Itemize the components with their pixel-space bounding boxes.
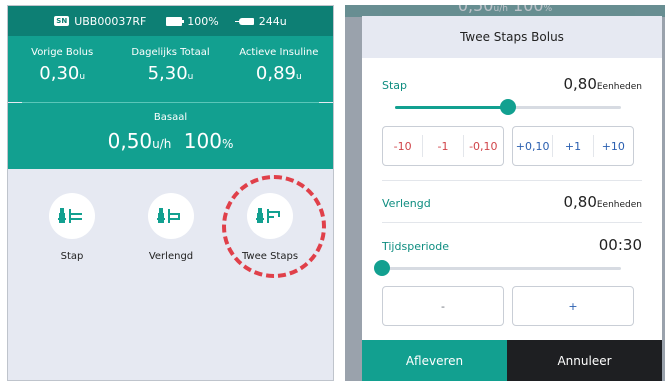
- stat-value: 0,89: [255, 63, 296, 84]
- increment-buttons: +0,10 +1 +10: [512, 126, 634, 166]
- status-bar: SN UBB00037RF 100% 244u: [8, 6, 333, 36]
- bg-basal-percent-unit: %: [543, 5, 553, 14]
- dialog-footer: Afleveren Annuleer: [362, 340, 662, 381]
- stat-value-wrap: 5,30u: [116, 63, 224, 84]
- stat-label: Vorige Bolus: [31, 47, 94, 58]
- stat-unit: u: [187, 72, 194, 82]
- pump-home-screen: SN UBB00037RF 100% 244u Vorige Bolus 0,3…: [7, 5, 334, 381]
- extended-label: Verlengd: [382, 197, 431, 210]
- reservoir-level: 244u: [258, 14, 287, 28]
- stat-value: 5,30: [147, 63, 188, 84]
- dialog-title: Twee Staps Bolus: [362, 16, 662, 58]
- increment-1-button[interactable]: +1: [553, 127, 592, 165]
- bolus-option-extended[interactable]: Verlengd: [141, 193, 201, 262]
- bolus-option-label: Stap: [60, 251, 84, 262]
- stat-value-wrap: 0,89u: [225, 63, 333, 84]
- duration-label: Tijdsperiode: [382, 240, 450, 253]
- battery-level: 100%: [187, 14, 219, 28]
- extended-value-wrap: 0,80Eenheden: [563, 192, 642, 211]
- step-slider-fill: [395, 106, 508, 109]
- decrement-0-10-button[interactable]: -0,10: [464, 127, 503, 165]
- deliver-button[interactable]: Afleveren: [362, 340, 507, 381]
- section-divider: [382, 222, 642, 223]
- stat-unit: u: [79, 72, 86, 82]
- battery-group: 100%: [166, 14, 219, 28]
- duration-slider[interactable]: [374, 260, 621, 276]
- stat-active-insulin: Actieve Insuline 0,89u: [225, 36, 333, 102]
- stat-value: 0,30: [39, 63, 80, 84]
- step-slider-knob[interactable]: [500, 99, 516, 115]
- stat-unit: u: [296, 72, 302, 82]
- basal-value: 0,50: [107, 129, 153, 153]
- extended-row: Verlengd 0,80Eenheden: [382, 192, 642, 211]
- stat-previous-bolus: Vorige Bolus 0,30u: [8, 36, 116, 102]
- decrement-buttons: -10 -1 -0,10: [382, 126, 504, 166]
- basal-label: Basaal: [153, 112, 188, 123]
- bg-basal-value: 0,50: [457, 5, 494, 15]
- basal-value-wrap: 0,50u/h 100%: [8, 129, 333, 153]
- increment-0-10-button[interactable]: +0,10: [513, 127, 552, 165]
- sn-badge: SN: [54, 16, 70, 26]
- duration-value: 00:30: [598, 236, 642, 254]
- reservoir-icon: [234, 17, 254, 25]
- serial-number: UBB00037RF: [74, 14, 147, 28]
- duration-decrease-button[interactable]: -: [382, 286, 504, 326]
- section-divider: [382, 180, 642, 181]
- bg-basal-unit: u/h: [493, 5, 508, 14]
- decrement-10-button[interactable]: -10: [383, 127, 422, 165]
- insulin-stats: Vorige Bolus 0,30u Dagelijks Totaal 5,30…: [8, 36, 333, 102]
- decrement-1-button[interactable]: -1: [423, 127, 462, 165]
- step-value-wrap: 0,80Eenheden: [563, 74, 642, 93]
- extended-bolus-icon[interactable]: [148, 193, 194, 239]
- cancel-button[interactable]: Annuleer: [507, 340, 662, 381]
- increment-10-button[interactable]: +10: [594, 127, 633, 165]
- extended-value: 0,80: [563, 193, 597, 211]
- bolus-option-step[interactable]: Stap: [42, 193, 102, 262]
- stat-label: Dagelijks Totaal: [131, 47, 210, 58]
- stat-label: Actieve Insuline: [239, 47, 319, 58]
- dual-bolus-screen: 0,50u/h 100% Twee Staps Bolus Stap 0,80E…: [345, 5, 665, 381]
- basal-rate: Basaal 0,50u/h 100%: [8, 103, 333, 169]
- basal-unit: u/h: [152, 137, 172, 151]
- stat-value-wrap: 0,30u: [8, 63, 116, 84]
- reservoir-group: 244u: [234, 14, 287, 28]
- selection-highlight-circle: [222, 175, 326, 278]
- extended-unit: Eenheden: [596, 200, 642, 210]
- basal-percent: 100: [183, 129, 222, 153]
- duration-increase-button[interactable]: +: [512, 286, 634, 326]
- stat-daily-total: Dagelijks Totaal 5,30u: [116, 36, 224, 102]
- duration-row: Tijdsperiode 00:30: [382, 236, 642, 254]
- bolus-option-label: Verlengd: [148, 251, 194, 262]
- step-row: Stap 0,80Eenheden: [382, 74, 642, 93]
- dual-bolus-dialog: Twee Staps Bolus Stap 0,80Eenheden -10 -…: [362, 16, 662, 381]
- battery-icon: [166, 16, 185, 26]
- step-value: 0,80: [563, 75, 597, 93]
- step-slider[interactable]: [395, 99, 621, 115]
- serial-group: SN UBB00037RF: [54, 15, 146, 28]
- step-label: Stap: [382, 79, 408, 92]
- duration-slider-knob[interactable]: [374, 260, 390, 276]
- step-bolus-icon[interactable]: [49, 193, 95, 239]
- basal-percent-unit: %: [221, 137, 234, 151]
- step-unit: Eenheden: [596, 82, 642, 92]
- bg-basal-percent: 100: [513, 5, 544, 15]
